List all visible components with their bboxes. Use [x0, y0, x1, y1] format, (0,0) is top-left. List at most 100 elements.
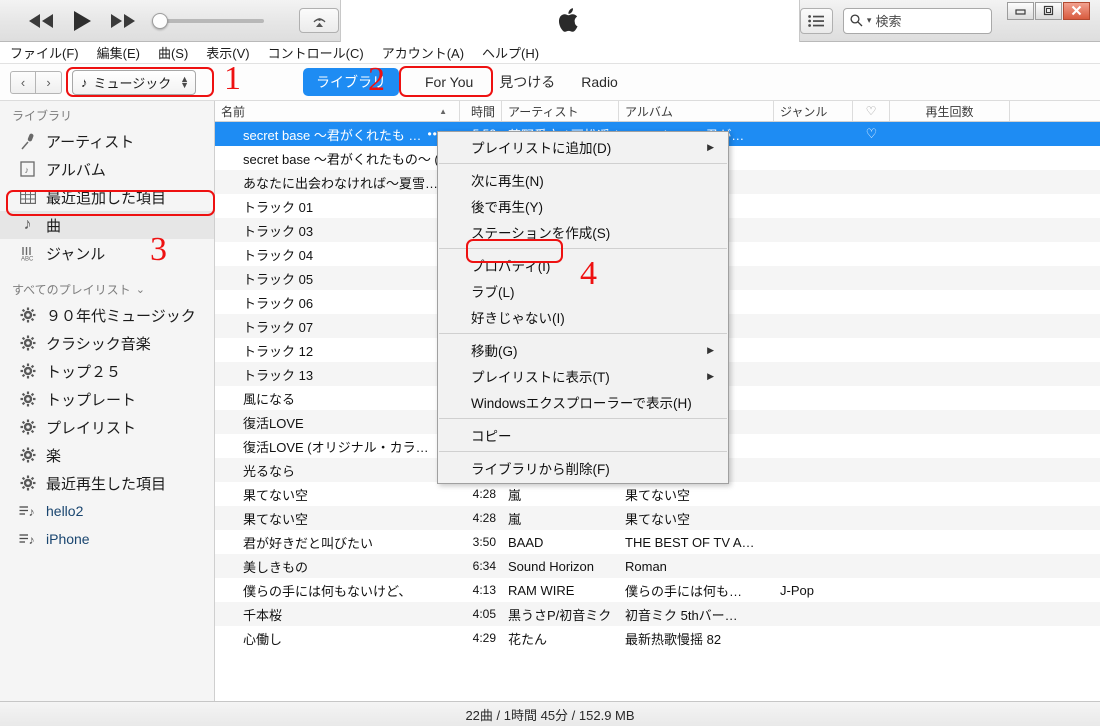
volume-knob[interactable] — [152, 12, 168, 29]
context-menu-item[interactable]: 移動(G) ▶ — [438, 337, 728, 363]
context-menu-item[interactable]: Windowsエクスプローラーで表示(H) — [438, 389, 728, 415]
column-header-artist[interactable]: アーティスト — [502, 101, 619, 121]
context-menu-item-label: プレイリストに追加(D) — [471, 141, 612, 156]
music-note-icon: ♪ — [81, 74, 88, 90]
sidebar-playlist-iphone[interactable]: ♪ iPhone — [0, 525, 214, 553]
search-chevron-down-icon[interactable]: ▾ — [867, 15, 872, 26]
sidebar-item-label: 最近追加した項目 — [46, 189, 167, 207]
back-button[interactable]: ‹ — [10, 70, 36, 94]
cell-name: トラック 12 — [243, 343, 314, 359]
context-menu-separator — [439, 418, 727, 419]
stepper-icon[interactable]: ▲ ▼ — [180, 75, 189, 90]
forward-button[interactable]: › — [36, 70, 62, 94]
context-menu-item[interactable]: プレイリストに追加(D) ▶ — [438, 134, 728, 160]
sidebar-playlist-90s[interactable]: ９０年代ミュージック — [0, 301, 214, 329]
sidebar-playlist-classical[interactable]: クラシック音楽 — [0, 329, 214, 357]
sidebar-item-recently-added[interactable]: 最近追加した項目 — [0, 183, 214, 211]
context-menu-item[interactable]: プロパティ(I) — [438, 252, 728, 278]
fast-forward-button[interactable] — [110, 13, 136, 29]
context-menu-item[interactable]: 後で再生(Y) — [438, 193, 728, 219]
sidebar-playlist-hello2[interactable]: ♪ hello2 — [0, 497, 214, 525]
search-input[interactable]: ▾ 検索 — [842, 7, 992, 34]
sidebar: ライブラリ アーティスト ♪ アルバム 最近追加した項目 ♪ 曲 ABC ジャン… — [0, 101, 215, 701]
cell-name: 復活LOVE — [243, 415, 304, 431]
context-menu-item[interactable]: 好きじゃない(I) — [438, 304, 728, 330]
table-row[interactable]: 果てない空 4:28 嵐 果てない空 — [215, 506, 1100, 530]
context-menu-item-label: コピー — [471, 429, 512, 444]
maximize-button[interactable] — [1035, 1, 1062, 20]
menu-song[interactable]: 曲(S) — [158, 43, 188, 62]
cell-artist: 黒うさP/初音ミク — [508, 607, 612, 623]
column-header-love[interactable]: ♡ — [853, 101, 890, 121]
sidebar-playlist-recently-played[interactable]: 最近再生した項目 — [0, 469, 214, 497]
menu-account[interactable]: アカウント(A) — [382, 43, 464, 62]
cell-name: 君が好きだと叫びたい — [243, 535, 374, 551]
table-row[interactable]: 心働し 4:29 花たん 最新热歌慢摇 82 — [215, 626, 1100, 650]
sidebar-playlist-top25[interactable]: トップ２５ — [0, 357, 214, 385]
tab-browse[interactable]: 見つける — [499, 72, 555, 92]
airplay-button[interactable] — [299, 8, 339, 33]
chevron-down-icon[interactable]: ⌄ — [136, 283, 145, 296]
context-menu-item-label: ライブラリから削除(F) — [471, 462, 610, 477]
tab-for-you[interactable]: For You — [425, 74, 473, 90]
volume-slider[interactable] — [152, 12, 264, 29]
table-row[interactable]: 美しきもの 6:34 Sound Horizon Roman — [215, 554, 1100, 578]
cell-album: 僕らの手には何も… — [625, 583, 743, 599]
list-view-button[interactable] — [800, 7, 833, 34]
sidebar-item-label: トップ２５ — [46, 363, 122, 381]
cell-time: 4:05 — [472, 607, 496, 621]
search-placeholder: 検索 — [875, 14, 902, 29]
media-picker[interactable]: ♪ ミュージック ▲ ▼ — [72, 69, 196, 95]
menu-help[interactable]: ヘルプ(H) — [482, 43, 539, 62]
context-menu-item[interactable]: ステーションを作成(S) — [438, 219, 728, 245]
sidebar-playlists-header[interactable]: すべてのプレイリスト ⌄ — [0, 267, 214, 301]
tab-library[interactable]: ライブラリ — [303, 68, 399, 96]
sidebar-item-albums[interactable]: ♪ アルバム — [0, 155, 214, 183]
sidebar-item-label: プレイリスト — [46, 419, 137, 437]
now-playing-area — [340, 0, 800, 42]
column-header-album[interactable]: アルバム — [619, 101, 774, 121]
column-header-time[interactable]: 時間 — [460, 101, 502, 121]
table-row[interactable]: 千本桜 4:05 黒うさP/初音ミク 初音ミク 5thバー… — [215, 602, 1100, 626]
context-menu-item-label: Windowsエクスプローラーで表示(H) — [471, 396, 692, 411]
column-header-name[interactable]: 名前 ▲ — [215, 101, 460, 121]
context-menu-item[interactable]: ライブラリから削除(F) — [438, 455, 728, 481]
apple-logo-icon — [559, 8, 578, 32]
context-menu-item[interactable]: 次に再生(N) — [438, 167, 728, 193]
cell-name: トラック 05 — [243, 271, 314, 287]
sidebar-item-genres[interactable]: ABC ジャンル — [0, 239, 214, 267]
context-menu-item-label: 次に再生(N) — [471, 174, 544, 189]
sidebar-playlist-playlist[interactable]: プレイリスト — [0, 413, 214, 441]
tab-radio[interactable]: Radio — [581, 74, 618, 90]
sidebar-playlist-raku[interactable]: 楽 — [0, 441, 214, 469]
context-menu-item[interactable]: ラブ(L) — [438, 278, 728, 304]
context-menu-item[interactable]: プレイリストに表示(T) ▶ — [438, 363, 728, 389]
context-menu-item[interactable]: コピー — [438, 422, 728, 448]
rewind-button[interactable] — [28, 13, 54, 29]
play-button[interactable] — [71, 10, 93, 32]
sidebar-playlist-toprated[interactable]: トップレート — [0, 385, 214, 413]
sidebar-item-artists[interactable]: アーティスト — [0, 127, 214, 155]
cell-name: secret base ～君がくれたもの～ (… — [243, 151, 452, 167]
cell-time: 4:13 — [472, 583, 496, 597]
column-header-playcount[interactable]: 再生回数 — [890, 101, 1010, 121]
cell-time: 3:50 — [472, 535, 496, 549]
cell-name: 復活LOVE (オリジナル・カラ… — [243, 439, 429, 455]
cell-album: 果てない空 — [625, 487, 691, 503]
context-menu-item-label: ステーションを作成(S) — [471, 226, 611, 241]
cell-love[interactable]: ♡ — [853, 126, 890, 142]
context-menu: プレイリストに追加(D) ▶ 次に再生(N) 後で再生(Y) ステーションを作成(S) プ… — [437, 131, 729, 484]
context-menu-item-label: 後で再生(Y) — [471, 200, 543, 215]
table-row[interactable]: 君が好きだと叫びたい 3:50 BAAD THE BEST OF TV A… — [215, 530, 1100, 554]
menu-controls[interactable]: コントロール(C) — [268, 43, 364, 62]
column-header-genre[interactable]: ジャンル — [774, 101, 853, 121]
window-controls — [1006, 0, 1090, 42]
sidebar-item-songs[interactable]: ♪ 曲 — [0, 211, 214, 239]
close-button[interactable] — [1063, 1, 1090, 20]
menu-view[interactable]: 表示(V) — [206, 43, 249, 62]
table-row[interactable]: 僕らの手には何もないけど、 4:13 RAM WIRE 僕らの手には何も… J-Pop — [215, 578, 1100, 602]
minimize-button[interactable] — [1007, 1, 1034, 20]
table-row[interactable]: 果てない空 4:28 嵐 果てない空 — [215, 482, 1100, 506]
menu-file[interactable]: ファイル(F) — [10, 43, 79, 62]
menu-edit[interactable]: 編集(E) — [97, 43, 140, 62]
